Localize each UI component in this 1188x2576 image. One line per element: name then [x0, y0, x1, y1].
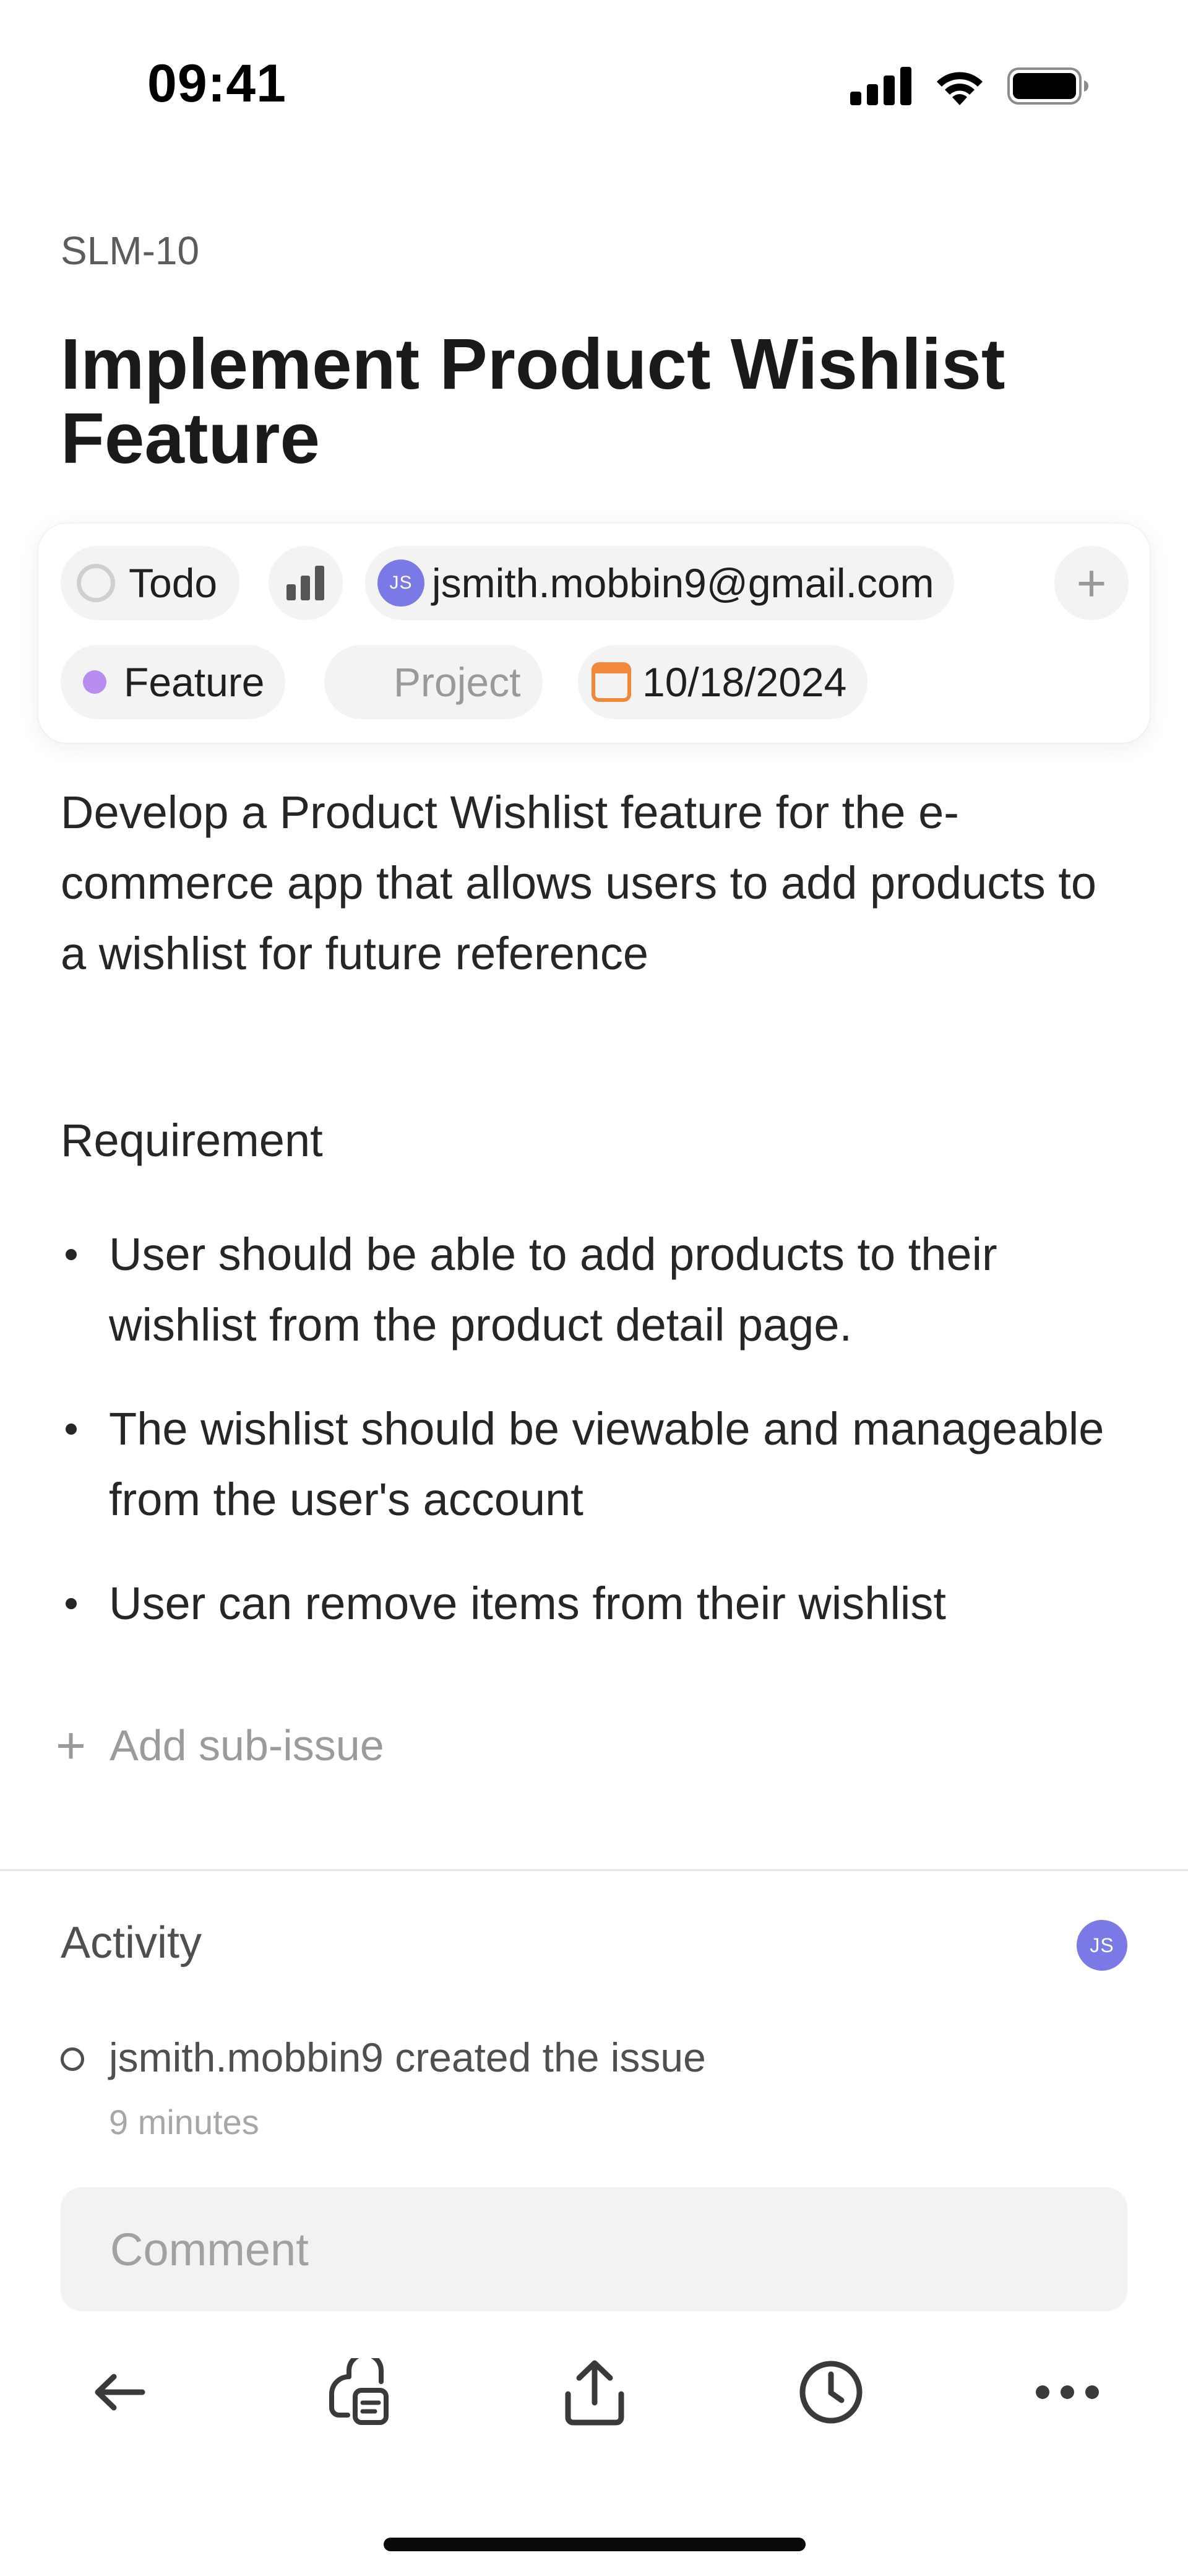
copy-link-button[interactable]	[312, 2346, 405, 2439]
more-icon	[1036, 2385, 1099, 2399]
issue-title[interactable]: Implement Product Wishlist Feature	[61, 327, 1113, 475]
issue-description[interactable]: Develop a Product Wishlist feature for t…	[61, 777, 1113, 989]
divider	[0, 1869, 1188, 1871]
status-label: Todo	[129, 560, 218, 606]
history-button[interactable]	[785, 2346, 877, 2439]
activity-dot-icon	[61, 2047, 84, 2071]
status-time: 09:41	[147, 54, 286, 113]
plus-icon: +	[56, 1716, 87, 1774]
requirement-heading: Requirement	[61, 1115, 323, 1166]
copy-link-icon	[329, 2358, 389, 2425]
bullet-icon	[66, 1424, 77, 1435]
status-chip[interactable]: Todo	[61, 546, 240, 620]
priority-bars-icon	[286, 566, 324, 600]
bullet-icon	[66, 1598, 77, 1609]
history-icon	[799, 2361, 863, 2424]
project-grid-icon	[342, 663, 379, 701]
priority-chip[interactable]	[269, 546, 343, 620]
assignee-email: jsmith.mobbin9@gmail.com	[432, 560, 934, 606]
list-item: User should be able to add products to t…	[61, 1219, 1125, 1360]
calendar-icon	[592, 662, 631, 702]
due-date-chip[interactable]: 10/18/2024	[578, 645, 868, 719]
back-button[interactable]	[73, 2346, 166, 2439]
back-arrow-icon	[95, 2374, 145, 2411]
home-indicator[interactable]	[384, 2538, 806, 2551]
assignee-chip[interactable]: JS jsmith.mobbin9@gmail.com	[365, 546, 954, 620]
project-text: Project	[394, 659, 521, 705]
share-icon	[565, 2360, 624, 2426]
more-button[interactable]	[1021, 2346, 1114, 2439]
project-chip[interactable]: Project	[324, 645, 543, 719]
add-sub-issue-button[interactable]: + Add sub-issue	[56, 1719, 384, 1771]
battery-icon	[1007, 67, 1088, 105]
label-text: Feature	[124, 659, 265, 705]
bottom-toolbar	[0, 2346, 1188, 2439]
issue-detail-screen: 09:41 SLM-10 Implement Product Wishlist …	[0, 0, 1188, 2576]
requirement-text: User can remove items from their wishlis…	[109, 1578, 946, 1629]
wifi-icon	[937, 72, 983, 105]
status-icons	[850, 67, 1089, 105]
share-button[interactable]	[548, 2346, 641, 2439]
add-property-button[interactable]: +	[1054, 546, 1129, 620]
bullet-icon	[66, 1249, 77, 1260]
list-item: The wishlist should be viewable and mana…	[61, 1394, 1125, 1535]
label-dot-icon	[83, 670, 106, 694]
properties-card: Todo JS jsmith.mobbin9@gmail.com + Featu…	[38, 524, 1150, 743]
comment-input[interactable]	[61, 2187, 1127, 2311]
signal-icon	[850, 67, 911, 105]
subscriber-avatar[interactable]: JS	[1077, 1920, 1127, 1971]
requirement-text: The wishlist should be viewable and mana…	[109, 1403, 1104, 1525]
label-chip[interactable]: Feature	[61, 645, 286, 719]
requirement-text: User should be able to add products to t…	[109, 1229, 997, 1351]
due-date-text: 10/18/2024	[642, 659, 847, 705]
list-item: User can remove items from their wishlis…	[61, 1568, 1125, 1639]
todo-status-icon	[77, 564, 115, 602]
plus-icon: +	[1076, 553, 1107, 612]
activity-heading: Activity	[61, 1918, 202, 1968]
activity-entry-text: jsmith.mobbin9 created the issue	[109, 2034, 706, 2080]
requirement-list: User should be able to add products to t…	[61, 1219, 1125, 1672]
add-sub-issue-label: Add sub-issue	[110, 1721, 384, 1770]
issue-id: SLM-10	[61, 228, 200, 273]
activity-entry-time: 9 minutes	[109, 2103, 259, 2142]
assignee-avatar: JS	[377, 560, 424, 607]
status-bar: 09:41	[0, 0, 1188, 167]
